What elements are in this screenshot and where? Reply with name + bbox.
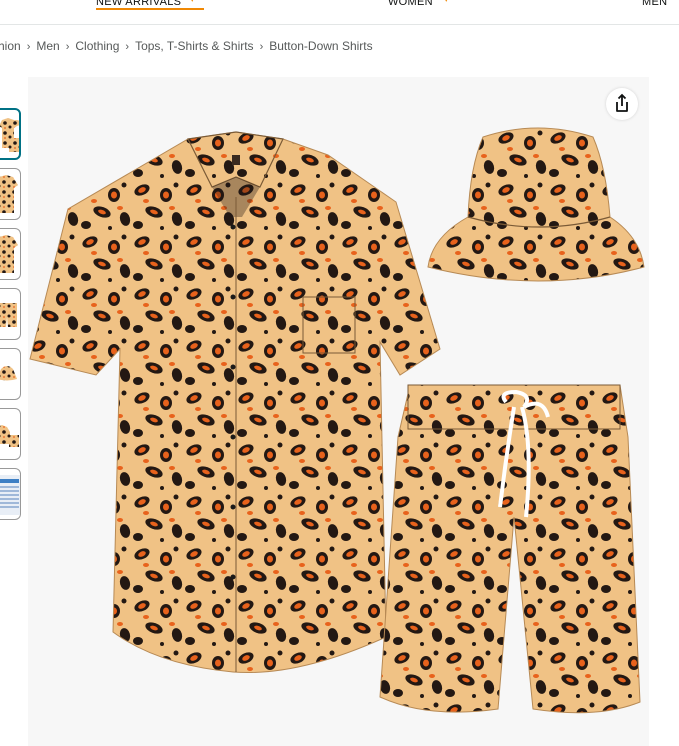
breadcrumb-item-tops[interactable]: Tops, T-Shirts & Shirts bbox=[135, 39, 253, 53]
breadcrumb: hion › Men › Clothing › Tops, T-Shirts & Shirt… bbox=[0, 39, 373, 53]
nav-active-underline bbox=[96, 8, 204, 10]
breadcrumb-separator: › bbox=[125, 41, 130, 53]
product-shorts bbox=[379, 384, 641, 714]
top-nav: NEW ARRIVALS ▾ WOMEN ▾ MEN bbox=[0, 0, 679, 25]
thumbnail-shorts[interactable] bbox=[0, 288, 21, 340]
breadcrumb-separator: › bbox=[26, 41, 31, 53]
breadcrumb-item-clothing[interactable]: Clothing bbox=[75, 39, 119, 53]
thumbnail-bucket-hat[interactable] bbox=[0, 348, 21, 400]
thumbnail-outfit-flat[interactable] bbox=[0, 408, 21, 460]
nav-women[interactable]: WOMEN bbox=[388, 0, 433, 8]
breadcrumb-separator: › bbox=[259, 41, 264, 53]
breadcrumb-item-men[interactable]: Men bbox=[36, 39, 59, 53]
breadcrumb-item-fashion[interactable]: hion bbox=[0, 39, 21, 53]
product-bucket-hat bbox=[427, 127, 645, 282]
nav-new-arrivals[interactable]: NEW ARRIVALS bbox=[96, 0, 181, 8]
product-shirt bbox=[29, 131, 441, 674]
main-product-image[interactable] bbox=[28, 77, 649, 746]
breadcrumb-item-button-down[interactable]: Button-Down Shirts bbox=[269, 39, 372, 53]
breadcrumb-separator: › bbox=[65, 41, 70, 53]
thumbnail-shirt-back[interactable] bbox=[0, 228, 21, 280]
chevron-down-icon[interactable]: ▾ bbox=[190, 0, 195, 5]
share-button[interactable] bbox=[606, 88, 638, 120]
thumbnail-shirt-front[interactable] bbox=[0, 168, 21, 220]
chevron-down-icon[interactable]: ▾ bbox=[444, 0, 449, 5]
thumbnail-size-chart[interactable] bbox=[0, 468, 21, 520]
thumbnail-outfit-set[interactable] bbox=[0, 108, 21, 160]
share-icon bbox=[616, 93, 628, 112]
nav-men[interactable]: MEN bbox=[642, 0, 667, 8]
